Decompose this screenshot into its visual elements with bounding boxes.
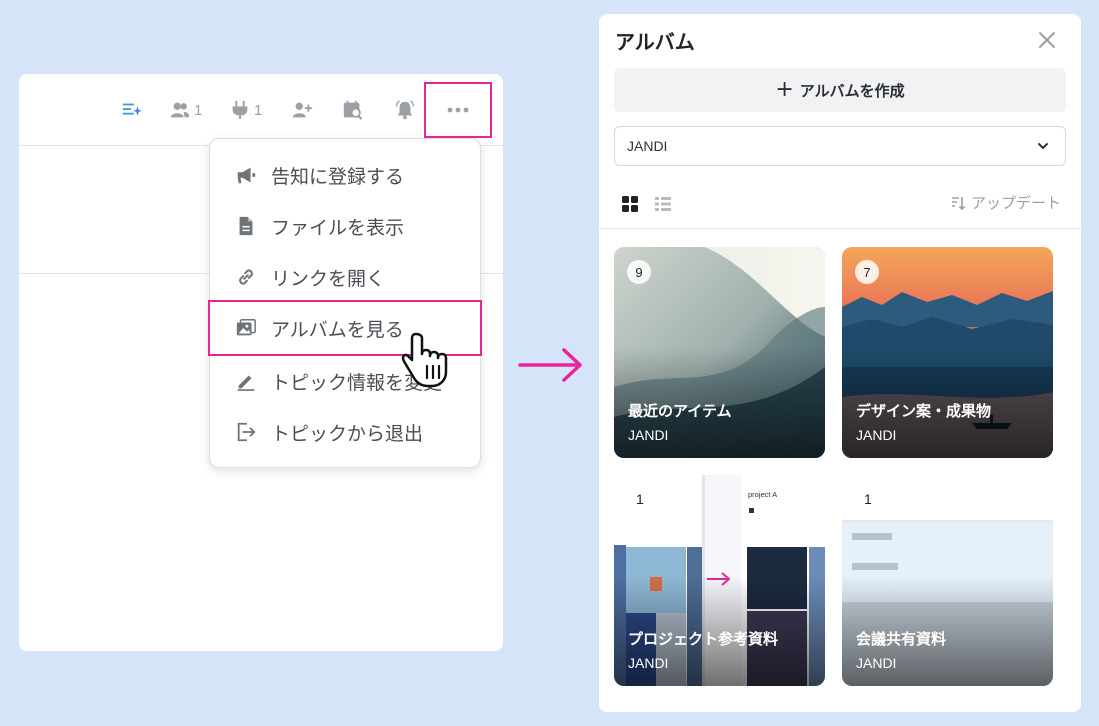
members-button[interactable]: 1: [169, 98, 202, 122]
album-owner: JANDI: [856, 655, 897, 671]
members-count: 1: [194, 101, 203, 119]
menu-label: 告知に登録する: [271, 165, 405, 188]
album-card[interactable]: 9 最近のアイテム JANDI: [614, 247, 825, 458]
album-icon: [234, 316, 258, 340]
plus-icon: +: [775, 77, 794, 102]
team-select[interactable]: JANDI: [614, 126, 1066, 166]
hand-cursor-icon: [401, 332, 448, 388]
chevron-down-icon: [1038, 143, 1048, 149]
megaphone-icon: [234, 163, 258, 187]
list-view-icon[interactable]: [654, 195, 672, 213]
close-icon[interactable]: [1036, 29, 1058, 51]
more-options-button[interactable]: [424, 82, 492, 138]
topic-toolbar: 1 1: [19, 74, 503, 146]
exit-icon: [234, 420, 258, 444]
menu-item-links[interactable]: リンクを開く: [210, 254, 480, 300]
album-card[interactable]: 7 デザイン案・成果物 JANDI: [842, 247, 1053, 458]
sort-icon: [952, 196, 966, 210]
connect-button[interactable]: 1: [229, 98, 262, 122]
album-card[interactable]: project A 1 プロジェクト参考資料 JANDI: [614, 475, 825, 686]
menu-item-files[interactable]: ファイルを表示: [210, 203, 480, 249]
plug-icon: [232, 100, 248, 120]
menu-label: リンクを開く: [271, 267, 386, 290]
invite-member-button[interactable]: [291, 98, 313, 122]
team-select-value: JANDI: [627, 138, 668, 154]
item-count: 1: [636, 491, 644, 507]
album-card[interactable]: 1 会議共有資料 JANDI: [842, 475, 1053, 686]
menu-label: アルバムを見る: [271, 318, 404, 341]
calendar-search-icon: [343, 100, 363, 120]
album-panel: アルバム + アルバムを作成 JANDI アップデート 9 最近のアイテム JA…: [599, 14, 1081, 712]
album-name: プロジェクト参考資料: [628, 630, 779, 648]
album-owner: JANDI: [628, 655, 669, 671]
album-name: デザイン案・成果物: [856, 402, 992, 420]
album-name: 会議共有資料: [856, 630, 947, 648]
create-album-button[interactable]: + アルバムを作成: [614, 68, 1066, 112]
members-icon: [170, 102, 190, 118]
menu-label: ファイルを表示: [271, 216, 405, 239]
more-dots-icon: [447, 107, 469, 113]
menu-item-announce[interactable]: 告知に登録する: [210, 152, 480, 198]
panel-divider: [599, 228, 1081, 229]
item-count-badge: 7: [855, 260, 879, 284]
create-album-label: アルバムを作成: [799, 81, 905, 100]
file-icon: [234, 214, 258, 238]
calendar-search-button[interactable]: [342, 98, 364, 122]
sort-label: アップデート: [971, 194, 1062, 212]
svg-text:project A: project A: [748, 490, 777, 499]
grid-view-icon[interactable]: [621, 195, 639, 213]
link-icon: [234, 265, 258, 289]
album-name: 最近のアイテム: [628, 402, 732, 420]
album-owner: JANDI: [856, 427, 897, 443]
bell-icon: [396, 100, 414, 120]
menu-item-leave-topic[interactable]: トピックから退出: [210, 409, 480, 455]
panel-title: アルバム: [615, 30, 695, 54]
album-owner: JANDI: [628, 427, 669, 443]
topic-options-menu: 告知に登録する ファイルを表示 リンクを開く アルバムを見る トピック情報を変更…: [208, 138, 482, 468]
flow-arrow-icon: [518, 348, 582, 382]
item-count: 1: [864, 491, 872, 507]
sort-button[interactable]: アップデート: [950, 192, 1061, 213]
ai-summary-icon: [122, 103, 143, 116]
ai-summary-button[interactable]: [121, 98, 143, 122]
connections-count: 1: [254, 101, 263, 119]
menu-label: トピックから退出: [271, 422, 424, 445]
add-user-icon: [292, 102, 313, 118]
item-count-badge: 9: [627, 260, 651, 284]
pencil-icon: [234, 369, 258, 393]
notification-button[interactable]: [394, 98, 416, 122]
